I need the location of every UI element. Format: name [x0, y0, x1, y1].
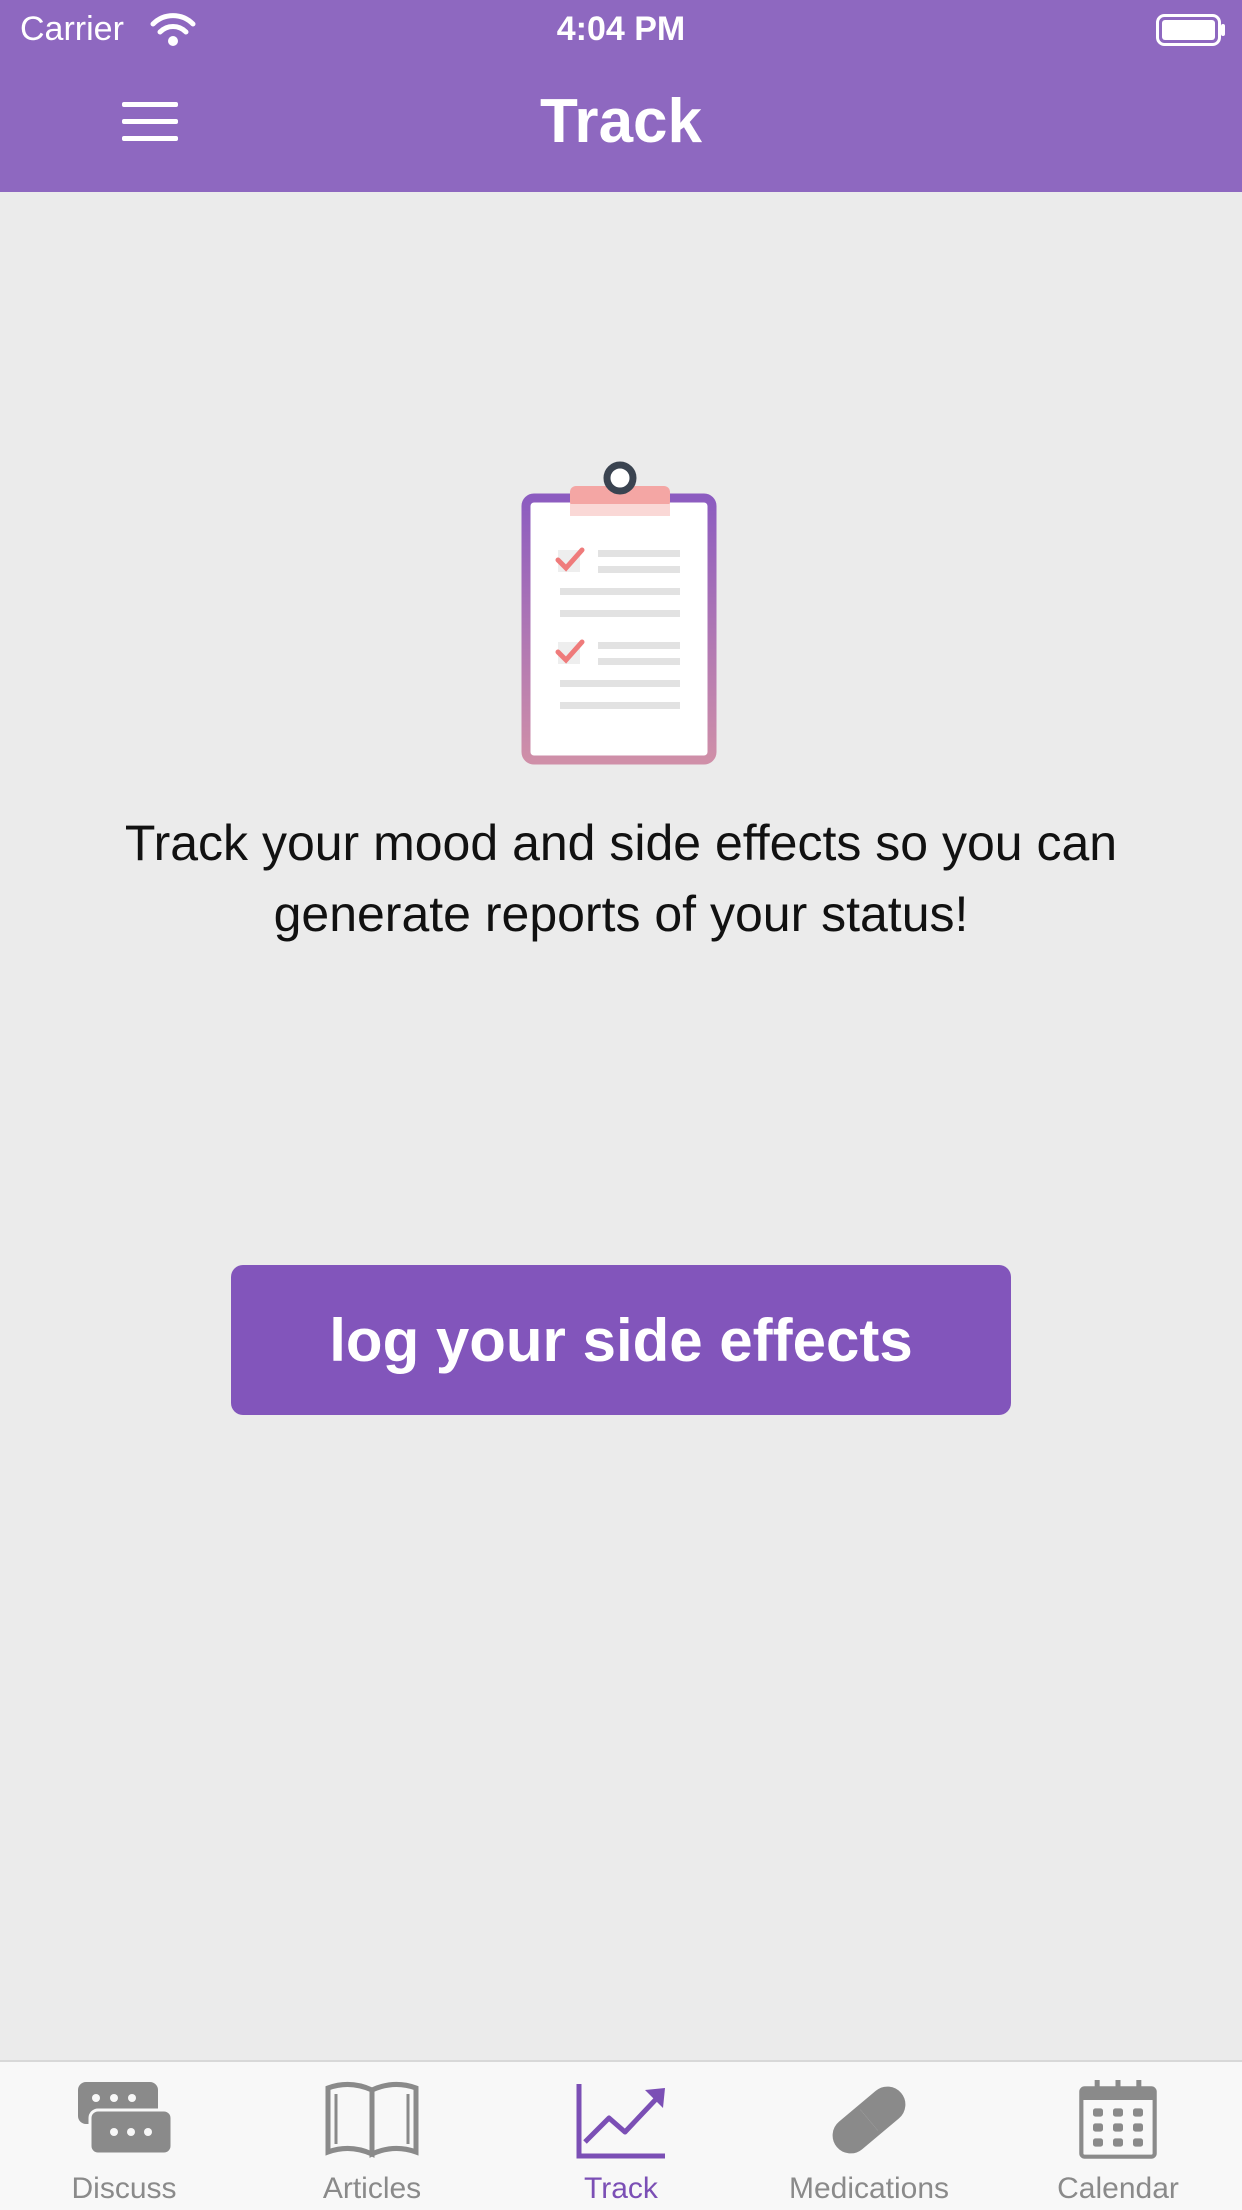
tab-calendar[interactable]: Calendar	[994, 2062, 1242, 2210]
tab-bar: Discuss Articles Track Medications Calen…	[0, 2060, 1242, 2210]
tab-label: Calendar	[1057, 2172, 1179, 2205]
tab-label: Track	[584, 2172, 658, 2205]
status-bar: Carrier 4:04 PM	[0, 0, 1242, 64]
log-side-effects-button[interactable]: log your side effects	[231, 1265, 1011, 1415]
clock: 4:04 PM	[556, 10, 686, 48]
battery-icon	[1156, 14, 1225, 46]
tab-medications[interactable]: Medications	[745, 2062, 993, 2210]
tab-label: Medications	[788, 2172, 950, 2205]
tab-discuss[interactable]: Discuss	[0, 2062, 248, 2210]
navigation-bar: Track	[0, 64, 1242, 192]
pill-icon	[832, 2086, 906, 2154]
tab-label: Articles	[322, 2172, 422, 2205]
book-icon	[325, 2082, 419, 2158]
chart-icon	[576, 2084, 665, 2159]
tab-track[interactable]: Track	[497, 2062, 745, 2210]
page-title: Track	[539, 87, 703, 156]
track-description: Track your mood and side effects so you …	[124, 815, 1118, 942]
tab-articles[interactable]: Articles	[248, 2062, 496, 2210]
calendar-icon	[1079, 2080, 1157, 2159]
tab-label: Discuss	[71, 2172, 177, 2205]
clipboard-icon	[521, 461, 717, 765]
chat-icon	[78, 2082, 174, 2156]
